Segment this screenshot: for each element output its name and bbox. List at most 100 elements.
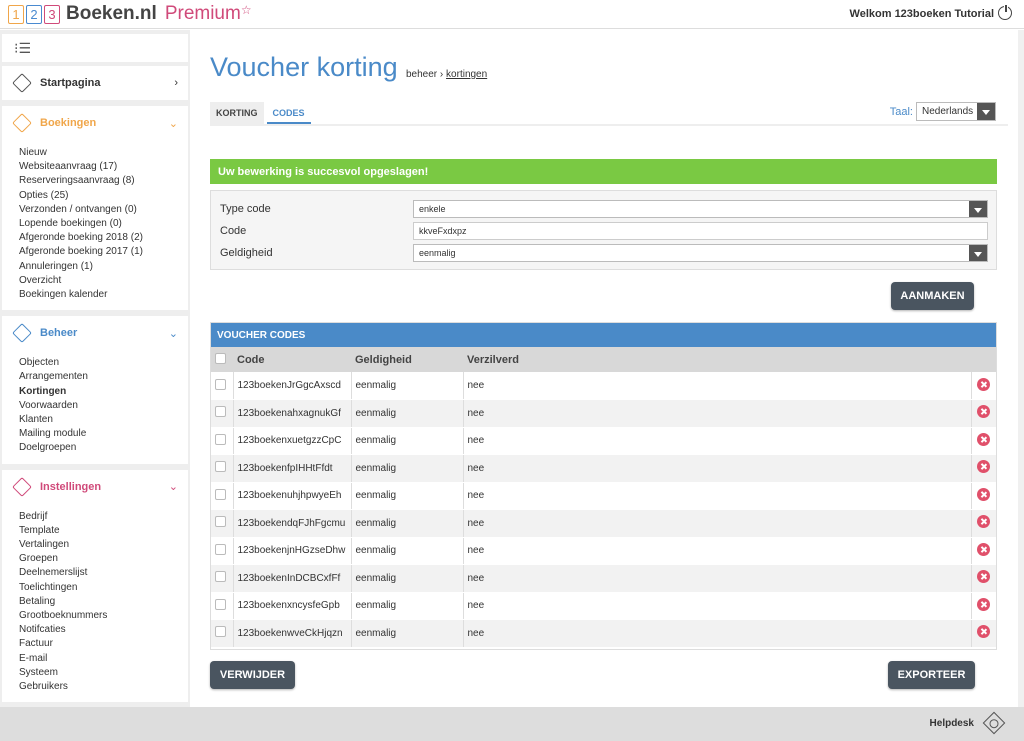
geldigheid-label: Geldigheid [220,247,273,259]
row-checkbox[interactable] [215,598,226,610]
exporteer-button[interactable]: EXPORTEER [888,661,975,689]
dropdown-arrow-icon[interactable] [969,245,987,261]
cell-code: 123boekenxuetgzzCpC [232,427,351,455]
voucher-codes-panel: VOUCHER CODES Code Geldigheid Verzilverd… [210,322,997,650]
sidebar-item-systeem[interactable]: Systeem [19,666,188,680]
sidebar-header-beheer[interactable]: Beheer ⌄ [2,316,188,350]
sidebar-item-nieuw[interactable]: Nieuw [19,146,188,160]
cell-verzilverd: nee [462,399,971,428]
row-checkbox[interactable] [215,543,226,555]
sidebar-item-grootboeknummers[interactable]: Grootboeknummers [19,609,188,623]
sidebar-item-annuleringen-1[interactable]: Annuleringen (1) [19,260,188,274]
sidebar-item-e-mail[interactable]: E-mail [19,652,188,666]
row-checkbox[interactable] [215,406,226,418]
row-checkbox[interactable] [215,516,226,528]
sidebar-toggle[interactable]: ⁝☰ [2,34,188,62]
sidebar-item-factuur[interactable]: Factuur [19,637,188,651]
sidebar-startpagina[interactable]: Startpagina › [2,66,188,100]
breadcrumb-kortingen-link[interactable]: kortingen [446,69,487,80]
row-checkbox[interactable] [215,488,226,500]
sidebar-item-toelichtingen[interactable]: Toelichtingen [19,581,188,595]
footer: Helpdesk [0,707,1024,741]
cell-verzilverd: nee [462,564,971,593]
delete-icon[interactable] [977,460,991,474]
code-label: Code [220,225,247,237]
sidebar-startpagina-label: Startpagina [40,77,101,89]
delete-icon[interactable] [977,405,991,419]
scrollbar[interactable] [1018,30,1024,707]
sidebar-item-afgeronde-boeking-2018-2[interactable]: Afgeronde boeking 2018 (2) [19,231,188,245]
sidebar-item-kortingen[interactable]: Kortingen [19,385,188,399]
sidebar-item-arrangementen[interactable]: Arrangementen [19,370,188,384]
row-delete-cell [970,564,996,593]
delete-icon[interactable] [977,432,991,446]
sidebar-item-deelnemerslijst[interactable]: Deelnemerslijst [19,566,188,580]
geldigheid-select[interactable]: eenmalig [413,244,988,262]
sidebar-item-voorwaarden[interactable]: Voorwaarden [19,399,188,413]
logo-digit-1: 1 [8,4,24,24]
tab-codes[interactable]: CODES [266,102,311,124]
language-select[interactable]: Nederlands [916,102,996,121]
logo[interactable]: 1 2 3 Boeken.nl Premium☆ [8,3,252,25]
sidebar-item-notifcaties[interactable]: Notifcaties [19,623,188,637]
chevron-down-icon: ⌄ [168,327,178,340]
row-checkbox[interactable] [215,461,226,473]
cell-geldigheid: eenmalig [350,619,463,648]
sidebar-item-mailing-module[interactable]: Mailing module [19,427,188,441]
sidebar-item-afgeronde-boeking-2017-1[interactable]: Afgeronde boeking 2017 (1) [19,245,188,259]
select-all-checkbox[interactable] [215,352,226,364]
sidebar-item-verzonden-ontvangen-0[interactable]: Verzonden / ontvangen (0) [19,203,188,217]
delete-icon[interactable] [977,487,991,501]
tab-korting[interactable]: KORTING [210,102,264,124]
row-delete-cell [970,399,996,428]
sidebar-item-doelgroepen[interactable]: Doelgroepen [19,441,188,455]
sidebar-item-opties-25[interactable]: Opties (25) [19,189,188,203]
code-input[interactable]: kkveFxdxpz [413,222,988,240]
sidebar-item-vertalingen[interactable]: Vertalingen [19,538,188,552]
dropdown-arrow-icon[interactable] [969,201,987,217]
sidebar-item-klanten[interactable]: Klanten [19,413,188,427]
sidebar-item-objecten[interactable]: Objecten [19,356,188,370]
sidebar-boekingen-title: Boekingen [40,117,97,129]
helpdesk-icon[interactable] [982,711,1006,735]
delete-icon[interactable] [977,597,991,611]
row-checkbox[interactable] [215,626,226,638]
sidebar-item-gebruikers[interactable]: Gebruikers [19,680,188,694]
table-row: 123boekenxuetgzzCpC eenmalig nee [211,427,996,455]
sidebar-item-betaling[interactable]: Betaling [19,595,188,609]
success-message: Uw bewerking is succesvol opgeslagen! [210,159,997,184]
column-header-geldigheid[interactable]: Geldigheid [351,347,463,372]
sidebar: ⁝☰ Startpagina › Boekingen ⌄ Nieuw Websit… [0,30,190,707]
column-header-code[interactable]: Code [233,347,351,372]
aanmaken-button[interactable]: AANMAKEN [891,282,974,310]
power-icon[interactable] [998,4,1012,20]
tabs-divider [210,124,1008,126]
delete-icon[interactable] [977,625,991,639]
dropdown-arrow-icon[interactable] [977,103,995,120]
delete-icon[interactable] [977,570,991,584]
menu-collapse-icon[interactable]: ⁝☰ [14,40,31,57]
helpdesk-link[interactable]: Helpdesk [930,718,974,729]
delete-icon[interactable] [977,377,991,391]
column-header-verzilverd[interactable]: Verzilverd [463,347,971,372]
sidebar-item-reserveringsaanvraag-8[interactable]: Reserveringsaanvraag (8) [19,174,188,188]
sidebar-item-template[interactable]: Template [19,524,188,538]
sidebar-item-lopende-boekingen-0[interactable]: Lopende boekingen (0) [19,217,188,231]
table-row: 123boekenuhjhpwyeEh eenmalig nee [211,482,996,510]
cell-geldigheid: eenmalig [350,482,463,510]
sidebar-header-boekingen[interactable]: Boekingen ⌄ [2,106,188,140]
row-checkbox[interactable] [215,571,226,583]
delete-icon[interactable] [977,542,991,556]
sidebar-item-groepen[interactable]: Groepen [19,552,188,566]
sidebar-item-bedrijf[interactable]: Bedrijf [19,510,188,524]
sidebar-item-overzicht[interactable]: Overzicht [19,274,188,288]
sidebar-header-instellingen[interactable]: Instellingen ⌄ [2,470,188,504]
verwijder-button[interactable]: VERWIJDER [210,661,295,689]
delete-icon[interactable] [977,515,991,529]
cell-code: 123boekenwveCkHjqzn [232,619,351,648]
type-code-select[interactable]: enkele [413,200,988,218]
row-checkbox[interactable] [215,433,226,445]
row-checkbox[interactable] [215,378,226,390]
sidebar-item-boekingen-kalender[interactable]: Boekingen kalender [19,288,188,302]
sidebar-item-websiteaanvraag-17[interactable]: Websiteaanvraag (17) [19,160,188,174]
